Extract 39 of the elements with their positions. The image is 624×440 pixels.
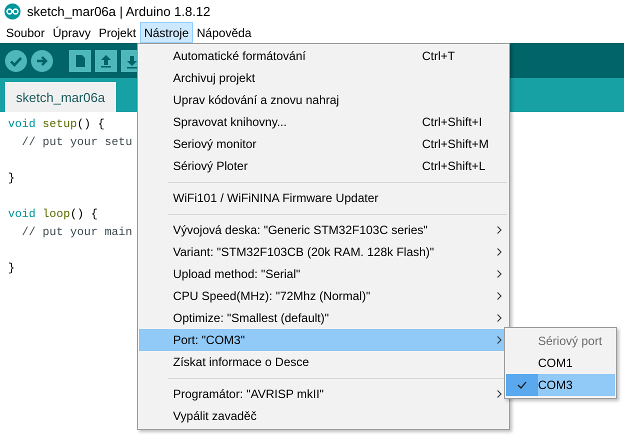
menu-item[interactable]: COM3	[506, 374, 615, 396]
shortcut-label: Ctrl+Shift+M	[422, 137, 490, 151]
menu-item[interactable]: Archivuj projekt	[139, 67, 508, 89]
menu-item[interactable]: Nápověda	[192, 22, 256, 43]
menu-item[interactable]: Nástroje	[140, 22, 193, 43]
menu-item[interactable]: Soubor	[2, 22, 49, 43]
menu-header: Sériový port	[538, 334, 602, 348]
menu-item[interactable]: COM1	[506, 352, 615, 374]
check-button[interactable]	[5, 50, 27, 72]
shortcut-label: Ctrl+T	[422, 49, 456, 63]
code-line: // put your main	[20, 225, 132, 241]
menu-item[interactable]: WiFi101 / WiFiNINA Firmware Updater	[139, 187, 508, 209]
menu-item[interactable]: Upload method: "Serial"	[139, 263, 508, 285]
window-title: sketch_mar06a | Arduino 1.8.12	[27, 4, 210, 18]
menu-item[interactable]: Získat informace o Desce	[139, 351, 508, 373]
menu-item[interactable]: Úpravy	[48, 22, 95, 43]
code-line: void loop() {	[8, 207, 98, 223]
menu-item[interactable]: Sériový Ploter Ctrl+Shift+L	[139, 155, 508, 177]
menu-item[interactable]: Optimize: "Smallest (default)"	[139, 307, 508, 329]
menu-item[interactable]: Uprav kódování a znovu nahraj	[139, 89, 508, 111]
menu-item[interactable]: Seriový monitor Ctrl+Shift+M	[139, 133, 508, 155]
upload-button[interactable]	[95, 50, 117, 72]
menu-item[interactable]: Spravovat knihovny... Ctrl+Shift+I	[139, 111, 508, 133]
editor-tab[interactable]: sketch_mar06a	[5, 82, 116, 112]
document-button[interactable]	[69, 50, 91, 72]
code-line: }	[8, 261, 15, 277]
logo-icon	[4, 2, 21, 20]
code-line: }	[8, 171, 15, 187]
arrow-button[interactable]	[31, 50, 53, 72]
shortcut-label: Ctrl+Shift+L	[422, 159, 486, 173]
menu-item[interactable]: Vývojová deska: "Generic STM32F103C series"	[139, 219, 508, 241]
menu-item[interactable]: CPU Speed(MHz): "72Mhz (Normal)"	[139, 285, 508, 307]
shortcut-label: Ctrl+Shift+I	[422, 115, 484, 129]
menu-item[interactable]: Programátor: "AVRISP mkII"	[139, 383, 508, 405]
menu-item[interactable]: Projekt	[94, 22, 140, 43]
code-line: // put your setu	[20, 135, 132, 151]
menu-item[interactable]: Variant: "STM32F103CB (20k RAM. 128k Flash)"	[139, 241, 508, 263]
menu-item[interactable]: Vypálit zavaděč	[139, 405, 508, 427]
code-line: void setup() {	[8, 117, 105, 133]
